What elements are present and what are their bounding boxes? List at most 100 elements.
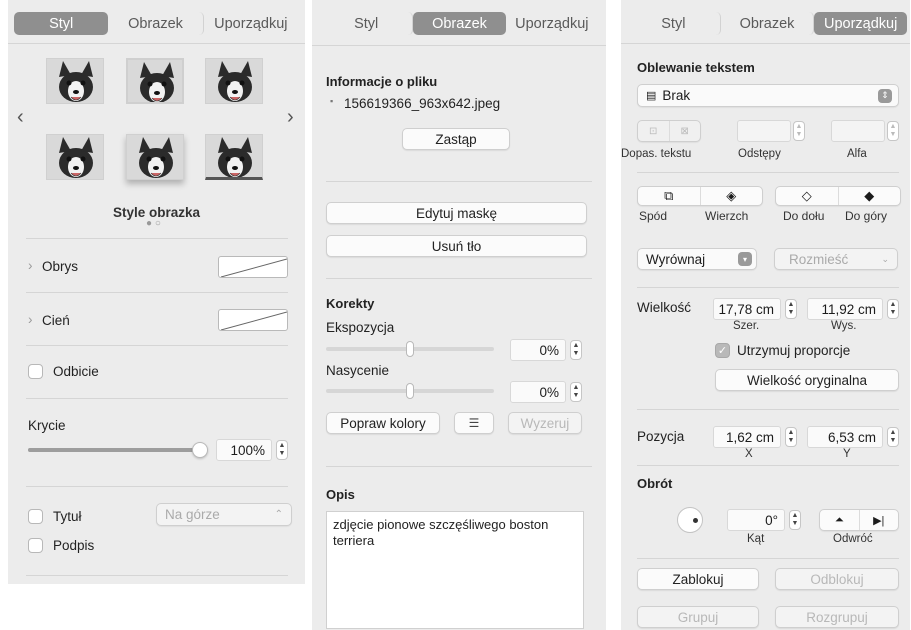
constrain-proportions-checkbox[interactable]: ✓ (715, 343, 730, 358)
tab-arrange[interactable]: Uporządkuj (204, 12, 298, 35)
angle-stepper[interactable]: ▲ ▼ (789, 510, 801, 530)
height-stepper[interactable]: ▲ ▼ (887, 299, 899, 319)
x-label: X (745, 448, 753, 460)
outline-swatch[interactable] (218, 256, 288, 278)
arrange-panel: Styl Obrazek Uporządkuj Oblewanie tekste… (621, 0, 910, 630)
text-wrap-value: Brak (662, 88, 691, 103)
unlock-button[interactable]: Odblokuj (775, 568, 899, 590)
alpha-stepper[interactable]: ▲ ▼ (887, 121, 899, 141)
angle-label: Kąt (747, 533, 765, 545)
image-style-thumbnail[interactable] (126, 134, 184, 180)
flip-vertical-icon[interactable]: ⏶ (820, 510, 860, 530)
bring-forward-icon[interactable]: ◆ (839, 187, 901, 205)
file-info-title: Informacje o pliku (326, 74, 438, 89)
spacing-stepper[interactable]: ▲ ▼ (793, 121, 805, 141)
text-wrap-popup[interactable]: ▤ Brak ⇕ (637, 84, 899, 107)
send-backward-icon[interactable]: ◇ (776, 187, 839, 205)
group-button[interactable]: Grupuj (637, 606, 759, 628)
image-panel: Styl Obrazek Uporządkuj Informacje o pli… (312, 0, 606, 630)
edit-mask-button[interactable]: Edytuj maskę (326, 202, 587, 224)
tab-arrange[interactable]: Uporządkuj (506, 12, 598, 35)
caption-checkbox[interactable] (28, 538, 43, 553)
shadow-swatch[interactable] (218, 309, 288, 331)
y-label: Y (843, 448, 851, 460)
spacing-field[interactable] (737, 120, 791, 142)
shadow-disclosure-icon[interactable]: › (28, 312, 33, 327)
align-popup[interactable]: Wyrównaj ▾ (637, 248, 757, 270)
title-position-value: Na górze (165, 507, 220, 522)
width-field[interactable]: 17,78 cm (713, 298, 781, 320)
y-stepper[interactable]: ▲ ▼ (887, 427, 899, 447)
saturation-stepper[interactable]: ▲ ▼ (570, 382, 582, 402)
angle-field[interactable]: 0° (727, 509, 785, 531)
original-size-button[interactable]: Wielkość oryginalna (715, 369, 899, 391)
alpha-label: Alfa (847, 148, 867, 160)
opacity-slider-knob[interactable] (192, 442, 208, 458)
image-style-thumbnail[interactable] (205, 58, 263, 104)
spacing-label: Odstępy (738, 148, 781, 160)
fit-text-segmented[interactable]: ⊡ ⊠ (637, 120, 701, 142)
tab-image[interactable]: Obrazek (721, 12, 815, 35)
prev-styles-arrow[interactable]: ‹ (17, 106, 24, 129)
distribute-label: Rozmieść (789, 251, 849, 267)
enhance-colors-button[interactable]: Popraw kolory (326, 412, 440, 434)
exposure-field[interactable]: 0% (510, 339, 566, 361)
ungroup-button[interactable]: Rozgrupuj (775, 606, 899, 628)
next-styles-arrow[interactable]: › (287, 106, 294, 129)
flip-segmented[interactable]: ⏶ ▶| (819, 509, 899, 531)
x-stepper[interactable]: ▲ ▼ (785, 427, 797, 447)
height-field[interactable]: 11,92 cm (807, 298, 883, 320)
title-label: Tytuł (53, 509, 82, 524)
opacity-slider[interactable] (28, 448, 200, 452)
exposure-slider-knob[interactable] (406, 341, 414, 357)
remove-background-button[interactable]: Usuń tło (326, 235, 587, 257)
exposure-stepper[interactable]: ▲ ▼ (570, 340, 582, 360)
exposure-label: Ekspozycja (326, 320, 395, 335)
outline-disclosure-icon[interactable]: › (28, 258, 33, 273)
rotation-dial[interactable] (677, 507, 703, 533)
image-style-thumbnail[interactable] (205, 134, 263, 180)
opacity-field[interactable]: 100% (216, 439, 272, 461)
opacity-label: Krycie (28, 418, 66, 433)
tab-style[interactable]: Styl (627, 12, 721, 35)
size-label: Wielkość (637, 300, 692, 315)
wrap-inline-icon: ⊡ (638, 121, 670, 141)
bring-to-front-icon[interactable]: ◈ (701, 187, 763, 205)
wrap-around-icon: ⊠ (680, 125, 689, 137)
tab-bar: Styl Obrazek Uporządkuj (14, 12, 298, 35)
opacity-stepper[interactable]: ▲ ▼ (276, 440, 288, 460)
tab-image[interactable]: Obrazek (413, 12, 506, 35)
replace-button[interactable]: Zastąp (402, 128, 510, 150)
saturation-field[interactable]: 0% (510, 381, 566, 403)
levels-button[interactable]: ☰ (454, 412, 494, 434)
tab-style[interactable]: Styl (320, 12, 414, 35)
tab-image[interactable]: Obrazek (108, 12, 204, 35)
tab-style[interactable]: Styl (14, 12, 109, 35)
reflection-checkbox[interactable] (28, 364, 43, 379)
description-textarea[interactable]: zdjęcie pionowe szczęśliwego boston terr… (326, 511, 584, 629)
tab-arrange[interactable]: Uporządkuj (814, 12, 908, 35)
width-label: Szer. (733, 320, 760, 332)
title-position-popup[interactable]: Na górze ⌃ (156, 503, 292, 526)
alpha-field[interactable] (831, 120, 885, 142)
image-style-thumbnail[interactable] (46, 58, 104, 104)
title-checkbox[interactable] (28, 509, 43, 524)
layer-front-back-segmented[interactable]: ⧉ ◈ (637, 186, 763, 206)
page-dots[interactable]: ● ○ (146, 218, 161, 229)
tab-bar: Styl Obrazek Uporządkuj (627, 12, 908, 35)
send-to-back-icon[interactable]: ⧉ (638, 187, 701, 205)
flip-horizontal-icon[interactable]: ▶| (860, 510, 899, 530)
image-style-thumbnail[interactable] (126, 58, 184, 104)
width-stepper[interactable]: ▲ ▼ (785, 299, 797, 319)
reset-button[interactable]: Wyzeruj (508, 412, 582, 434)
lock-button[interactable]: Zablokuj (637, 568, 759, 590)
layer-step-segmented[interactable]: ◇ ◆ (775, 186, 901, 206)
image-style-thumbnail[interactable] (46, 134, 104, 180)
x-field[interactable]: 1,62 cm (713, 426, 781, 448)
height-label: Wys. (831, 320, 857, 332)
front-label: Wierzch (705, 209, 749, 223)
file-icon: ▪ (330, 96, 334, 106)
distribute-popup[interactable]: Rozmieść ⌄ (774, 248, 898, 270)
y-field[interactable]: 6,53 cm (807, 426, 883, 448)
saturation-slider-knob[interactable] (406, 383, 414, 399)
